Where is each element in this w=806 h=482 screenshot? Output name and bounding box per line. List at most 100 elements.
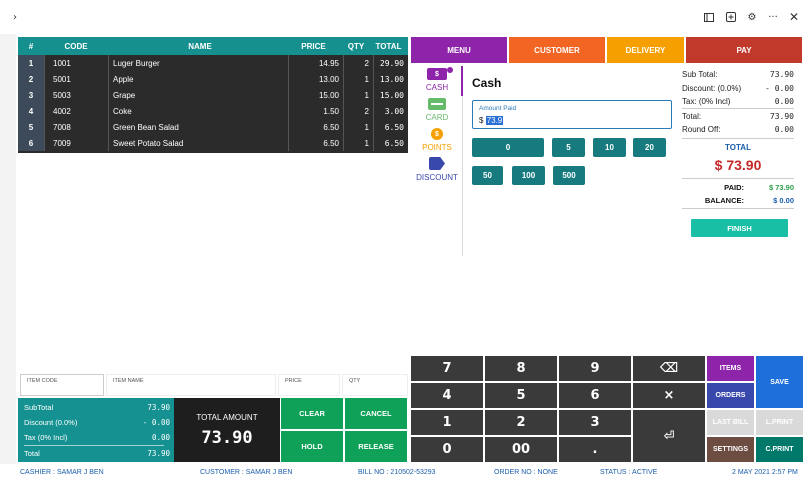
amount-paid-field[interactable]: Amount Paid $ 73.9 xyxy=(472,100,672,129)
settings-button[interactable]: SETTINGS xyxy=(707,437,754,462)
table-row[interactable]: 4 4002 Coke 1.50 2 3.00 xyxy=(18,103,408,119)
table-row[interactable]: 1 1001 Luger Burger 14.95 2 29.90 xyxy=(18,55,408,71)
cancel-button[interactable]: CANCEL xyxy=(345,398,407,429)
row-code: 5003 xyxy=(44,87,108,103)
paid-label: PAID: xyxy=(724,183,744,192)
row-total: 6.50 xyxy=(373,119,408,135)
quick-amount-10[interactable]: 10 xyxy=(593,138,626,157)
sum-total: Total: 73.90 xyxy=(682,112,794,121)
key-4[interactable]: 4 xyxy=(411,383,483,408)
price-label: PRICE xyxy=(285,378,302,384)
clear-button[interactable]: CLEAR xyxy=(281,398,343,429)
row-code: 7008 xyxy=(44,119,108,135)
key-00[interactable]: 00 xyxy=(485,437,557,462)
row-price: 6.50 xyxy=(288,135,343,151)
row-total: 13.00 xyxy=(373,71,408,87)
payment-method-points[interactable]: $ POINTS xyxy=(414,128,460,152)
release-button[interactable]: RELEASE xyxy=(345,431,407,462)
row-name: Grape xyxy=(108,87,288,103)
key-0[interactable]: 0 xyxy=(411,437,483,462)
key-8[interactable]: 8 xyxy=(485,356,557,381)
quick-amount-500[interactable]: 500 xyxy=(553,166,585,185)
last-bill-button[interactable]: LAST BILL xyxy=(707,410,754,435)
row-price: 15.00 xyxy=(288,87,343,103)
key-dot[interactable]: . xyxy=(559,437,631,462)
quick-amount-0[interactable]: 0 xyxy=(472,138,544,157)
label: Sub Total: xyxy=(682,70,718,79)
row-qty: 1 xyxy=(343,71,373,87)
col-qty: QTY xyxy=(347,41,365,51)
tab-delivery[interactable]: DELIVERY xyxy=(607,37,684,63)
key-6[interactable]: 6 xyxy=(559,383,631,408)
label: Total: xyxy=(682,112,702,121)
key-1[interactable]: 1 xyxy=(411,410,483,435)
row-num: 1 xyxy=(18,55,44,71)
payment-label-points: POINTS xyxy=(422,143,452,152)
quick-amount-50[interactable]: 50 xyxy=(472,166,503,185)
cprint-button[interactable]: C.PRINT xyxy=(756,437,803,462)
tablet-icon[interactable] xyxy=(702,10,716,24)
value: 0.00 xyxy=(151,433,170,442)
enter-icon[interactable]: ⏎ xyxy=(633,410,705,462)
row-name: Apple xyxy=(108,71,288,87)
backspace-icon[interactable]: ⌫ xyxy=(633,356,705,381)
table-row[interactable]: 5 7008 Green Bean Salad 6.50 1 6.50 xyxy=(18,119,408,135)
close-icon[interactable]: ✕ xyxy=(787,10,801,24)
hold-button[interactable]: HOLD xyxy=(281,431,343,462)
total-amount-label: TOTAL AMOUNT xyxy=(196,413,258,422)
chevron-right-icon[interactable]: › xyxy=(8,10,22,24)
sum-discount: Discount: (0.0%) - 0.00 xyxy=(682,84,794,93)
more-icon[interactable]: ··· xyxy=(766,10,780,24)
item-name-input[interactable]: ITEM NAME xyxy=(106,374,276,396)
row-code: 7009 xyxy=(44,135,108,151)
tab-customer[interactable]: CUSTOMER xyxy=(509,37,605,63)
status-order-no: ORDER NO : NONE xyxy=(494,469,558,476)
tab-pay[interactable]: PAY xyxy=(686,37,802,63)
price-input[interactable]: PRICE xyxy=(278,374,340,396)
total-amount-value: 73.90 xyxy=(201,428,253,448)
value: 0.00 xyxy=(774,125,794,134)
finish-button[interactable]: FINISH xyxy=(691,219,788,237)
lprint-button[interactable]: L.PRINT xyxy=(756,410,803,435)
key-2[interactable]: 2 xyxy=(485,410,557,435)
qty-label: QTY xyxy=(349,378,361,384)
value: 73.90 xyxy=(147,449,170,458)
key-7[interactable]: 7 xyxy=(411,356,483,381)
sum-tax: Tax: (0% Incl) 0.00 xyxy=(682,97,794,106)
table-row[interactable]: 3 5003 Grape 15.00 1 15.00 xyxy=(18,87,408,103)
save-button[interactable]: SAVE xyxy=(756,356,803,408)
payment-method-card[interactable]: CARD xyxy=(414,98,460,122)
amount-paid-value[interactable]: $ 73.9 xyxy=(479,116,504,125)
active-indicator xyxy=(461,66,463,96)
row-price: 13.00 xyxy=(288,71,343,87)
payment-method-discount[interactable]: DISCOUNT xyxy=(414,157,460,182)
row-qty: 1 xyxy=(343,87,373,103)
title-bar: › ⚙ ··· ✕ xyxy=(0,0,806,34)
items-button[interactable]: ITEMS xyxy=(707,356,754,381)
st-total: Total 73.90 xyxy=(24,449,170,458)
value: - 0.00 xyxy=(142,418,170,427)
item-code-input[interactable]: ITEM CODE xyxy=(20,374,104,396)
plus-box-icon[interactable] xyxy=(724,10,738,24)
status-bar: CASHIER : SAMAR J BEN CUSTOMER : SAMAR J… xyxy=(0,464,806,482)
item-name-label: ITEM NAME xyxy=(113,378,144,384)
payment-method-cash[interactable]: $ CASH xyxy=(414,67,460,92)
quick-amount-20[interactable]: 20 xyxy=(633,138,666,157)
multiply-icon[interactable]: × xyxy=(633,383,705,408)
gear-icon[interactable]: ⚙ xyxy=(745,10,759,24)
cart-table: # CODE NAME PRICE QTY TOTAL 1 1001 Luger… xyxy=(18,37,408,153)
orders-button[interactable]: ORDERS xyxy=(707,383,754,408)
row-num: 3 xyxy=(18,87,44,103)
quick-amount-100[interactable]: 100 xyxy=(512,166,545,185)
amount-input[interactable]: 73.9 xyxy=(485,116,504,125)
tab-menu[interactable]: MENU xyxy=(411,37,507,63)
key-9[interactable]: 9 xyxy=(559,356,631,381)
status-bill-no: BILL NO : 210502-53293 xyxy=(358,469,436,476)
table-row[interactable]: 6 7009 Sweet Potato Salad 6.50 1 6.50 xyxy=(18,135,408,151)
quick-amount-5[interactable]: 5 xyxy=(552,138,585,157)
row-num: 4 xyxy=(18,103,44,119)
qty-input[interactable]: QTY xyxy=(342,374,408,396)
key-5[interactable]: 5 xyxy=(485,383,557,408)
key-3[interactable]: 3 xyxy=(559,410,631,435)
table-row[interactable]: 2 5001 Apple 13.00 1 13.00 xyxy=(18,71,408,87)
